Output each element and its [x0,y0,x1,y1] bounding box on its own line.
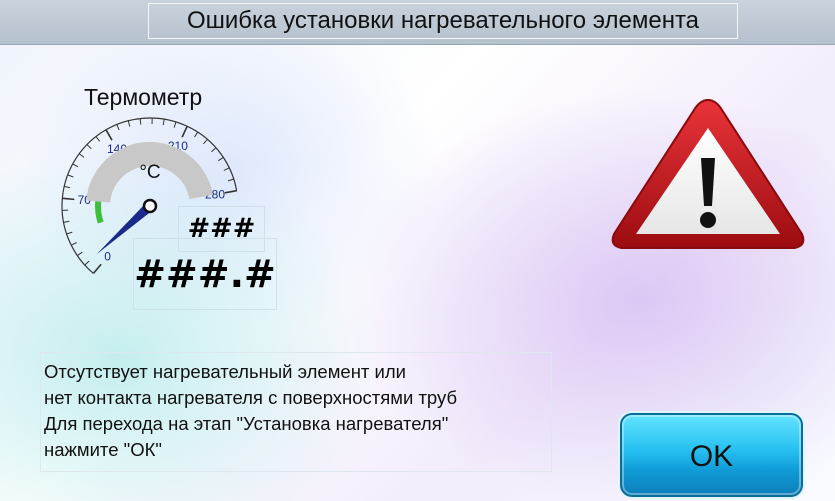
gauge-minor-tick [139,118,142,125]
gauge-major-tick [181,125,188,138]
gauge-minor-tick [67,174,74,178]
gauge-minor-tick [162,119,165,126]
gauge-unit-label: °C [139,162,160,183]
gauge-minor-tick [63,220,70,223]
gauge-ok-band [95,201,104,224]
title-bar: Ошибка установки нагревательного элемент… [0,0,835,45]
gauge-minor-tick [127,120,131,127]
gauge-minor-tick [218,156,224,162]
gauge-major-tick [92,263,102,274]
gauge-needle-hub [142,198,158,214]
gauge-minor-tick [78,153,85,158]
gauge-minor-tick [194,131,199,138]
message-line: нажмите "ОК" [44,439,162,460]
gauge-minor-tick [95,136,101,142]
gauge-minor-tick [203,138,208,145]
gauge-minor-tick [84,260,90,266]
gauge-major-tick [62,197,75,201]
gauge-minor-tick [211,147,217,153]
message-line: Отсутствует нагревательный элемент или [44,361,407,382]
gauge-minor-tick [227,178,234,182]
gauge-major-tick [224,189,237,194]
gauge-minor-tick [173,121,177,128]
gauge-minor-tick [70,242,77,246]
gauge-tick-label: 0 [104,250,111,264]
message-line: нет контакта нагревателя с поверхностями… [44,387,458,408]
temperature-value-display: ###.# [133,238,277,310]
warning-triangle-icon [611,98,805,249]
gauge-minor-tick [72,163,79,168]
gauge-minor-tick [223,167,230,171]
message-line: Для перехода на этап "Установка нагреват… [44,413,449,434]
gauge-minor-tick [86,144,92,150]
error-message: Отсутствует нагревательный элемент или н… [40,352,552,472]
gauge-minor-tick [116,124,120,131]
window-title: Ошибка установки нагревательного элемент… [148,3,738,39]
thermometer-label: Термометр [84,84,203,110]
ok-button[interactable]: OK [620,413,803,497]
gauge-minor-tick [64,185,71,189]
gauge-minor-tick [77,251,83,256]
gauge-minor-tick [66,231,73,235]
gauge-major-tick [105,129,113,141]
